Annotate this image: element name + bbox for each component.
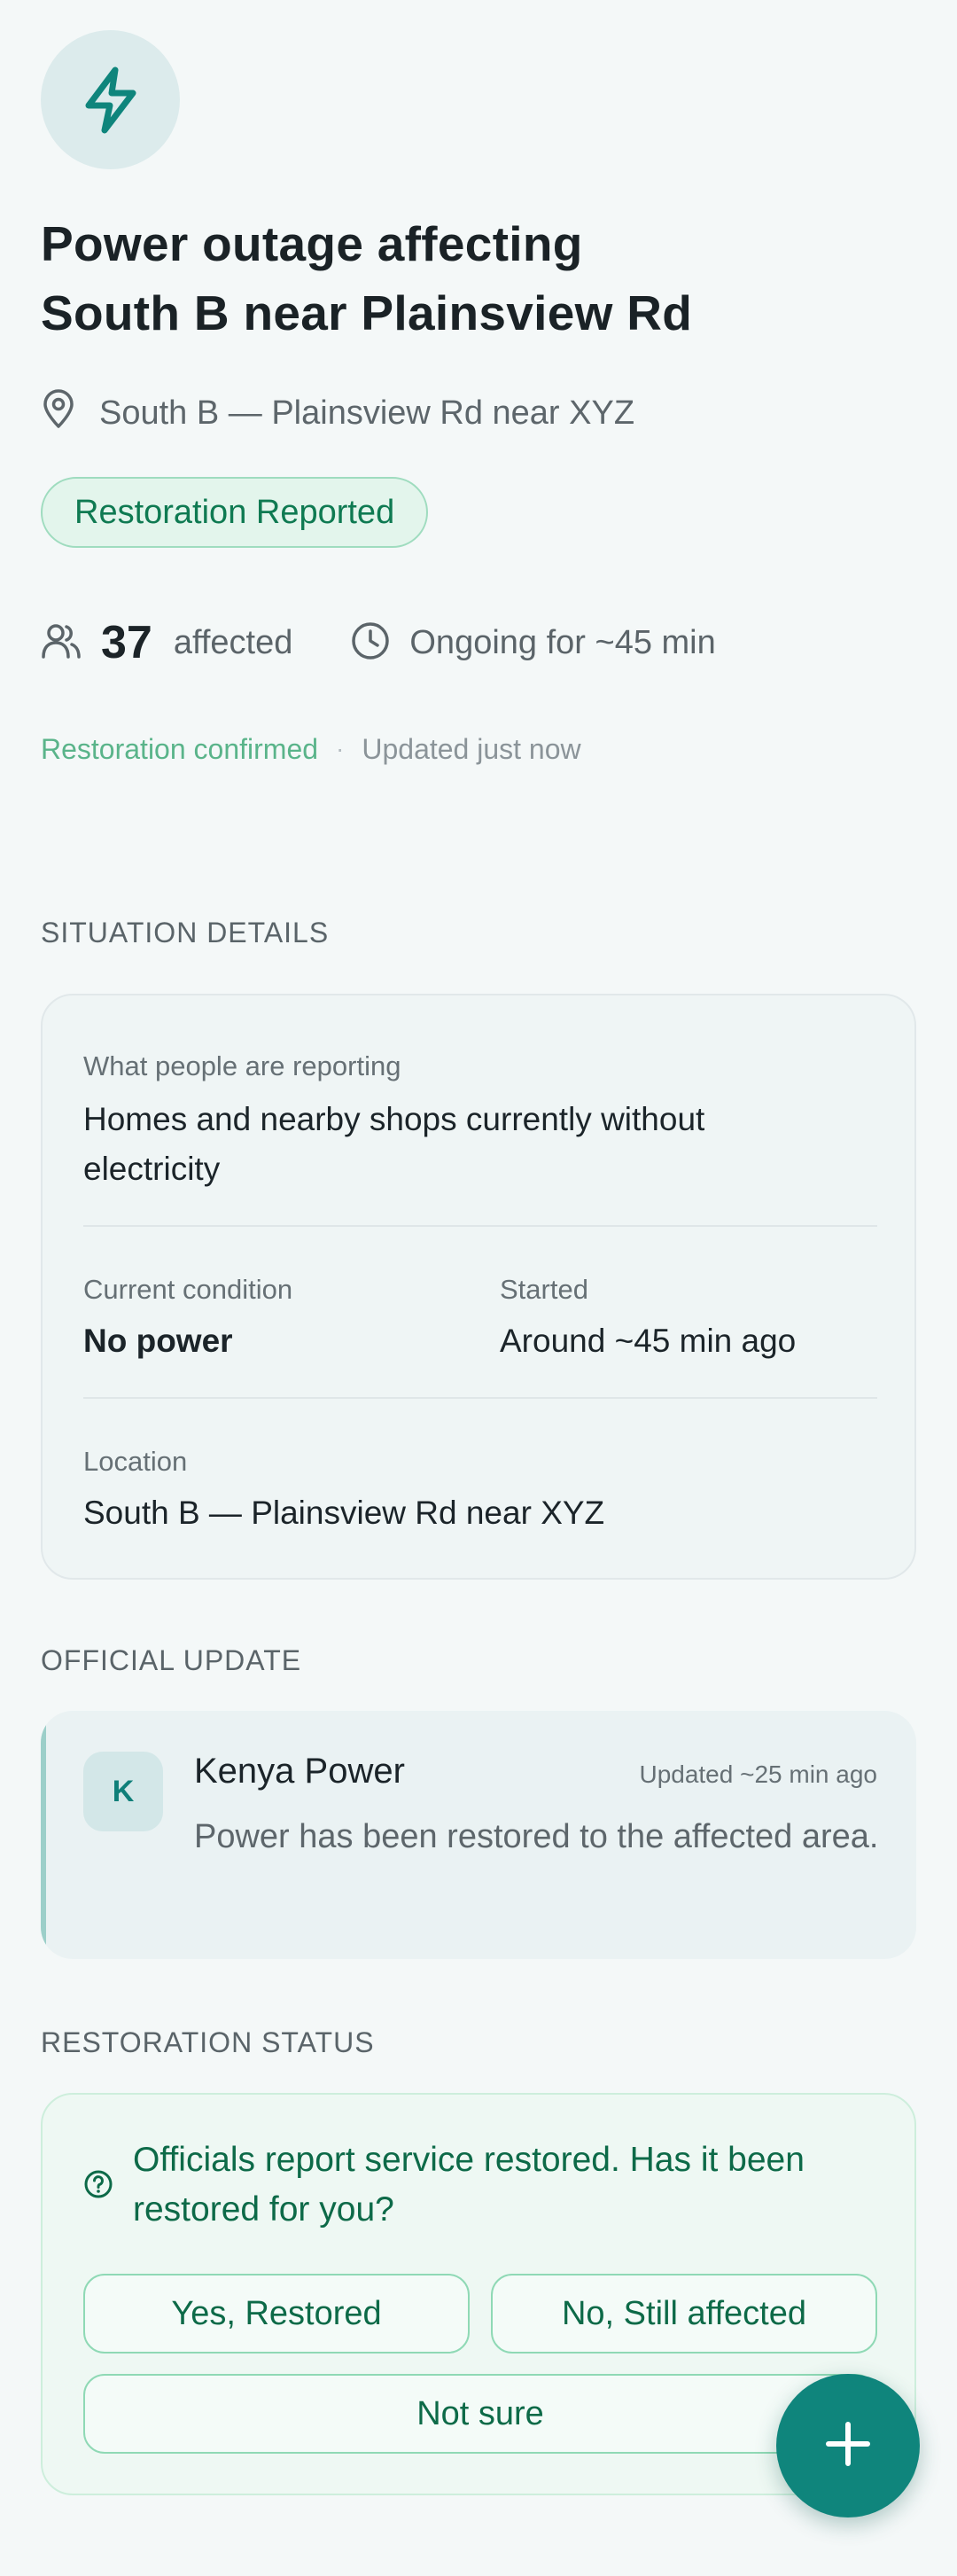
location-value: South B — Plainsview Rd near XYZ (83, 1495, 605, 1531)
yes-restored-button[interactable]: Yes, Restored (83, 2274, 470, 2354)
question-line-2: restored for you? (133, 2190, 394, 2229)
stats-row: 37 affected Ongoing for ~45 min (41, 612, 716, 674)
location-label: Location (83, 1446, 188, 1477)
not-sure-button[interactable]: Not sure (83, 2374, 877, 2454)
started-label: Started (500, 1274, 588, 1305)
situation-details-card: What people are reporting Homes and near… (41, 994, 916, 1580)
people-icon (41, 621, 82, 665)
reporting-label: What people are reporting (83, 1050, 401, 1081)
divider (83, 1225, 877, 1227)
updated-text: Updated just now (362, 732, 581, 765)
location-row: South B — Plainsview Rd near XYZ (41, 386, 634, 440)
reporting-line-2: electricity (83, 1151, 221, 1187)
duration-text: Ongoing for ~45 min (409, 623, 716, 661)
started-value: Around ~45 min ago (500, 1323, 797, 1359)
question-line-1: Officials report service restored. Has i… (133, 2141, 805, 2179)
add-report-button[interactable] (776, 2374, 920, 2517)
avatar: K (83, 1752, 163, 1831)
plus-icon (823, 2419, 873, 2473)
clock-icon (351, 621, 390, 665)
card-accent-bar (41, 1711, 46, 1959)
lightning-icon (41, 30, 180, 169)
divider (83, 1397, 877, 1399)
confirmation-text: Restoration confirmed (41, 732, 319, 765)
condition-label: Current condition (83, 1274, 293, 1305)
meta-row: Restoration confirmed · Updated just now (41, 729, 581, 769)
official-org-name: Kenya Power (194, 1752, 405, 1791)
reporting-value: Homes and nearby shops currently without… (83, 1095, 863, 1194)
affected-count: 37 (101, 617, 152, 668)
meta-separator: · (336, 735, 345, 762)
official-updated-time: Updated ~25 min ago (639, 1760, 877, 1788)
help-circle-icon (83, 2169, 113, 2204)
official-update-card: K Kenya Power Updated ~25 min ago Power … (41, 1711, 916, 1959)
incident-detail-page: Power outage affecting South B near Plai… (0, 0, 957, 2576)
restoration-question: Officials report service restored. Has i… (133, 2135, 877, 2235)
official-update-heading: OFFICIAL UPDATE (41, 1644, 302, 1676)
official-message: Power has been restored to the affected … (194, 1818, 879, 1855)
condition-value: No power (83, 1323, 233, 1359)
title-line-2: South B near Plainsview Rd (41, 285, 693, 340)
affected-label: affected (173, 623, 293, 661)
restoration-status-heading: RESTORATION STATUS (41, 2026, 375, 2058)
map-pin-icon (41, 388, 76, 438)
still-affected-button[interactable]: No, Still affected (491, 2274, 877, 2354)
situation-details-heading: SITUATION DETAILS (41, 917, 330, 948)
title-line-1: Power outage affecting (41, 216, 583, 271)
page-title: Power outage affecting South B near Plai… (41, 209, 838, 347)
reporting-line-1: Homes and nearby shops currently without (83, 1101, 705, 1137)
status-badge: Restoration Reported (41, 477, 429, 548)
location-text: South B — Plainsview Rd near XYZ (99, 394, 635, 432)
